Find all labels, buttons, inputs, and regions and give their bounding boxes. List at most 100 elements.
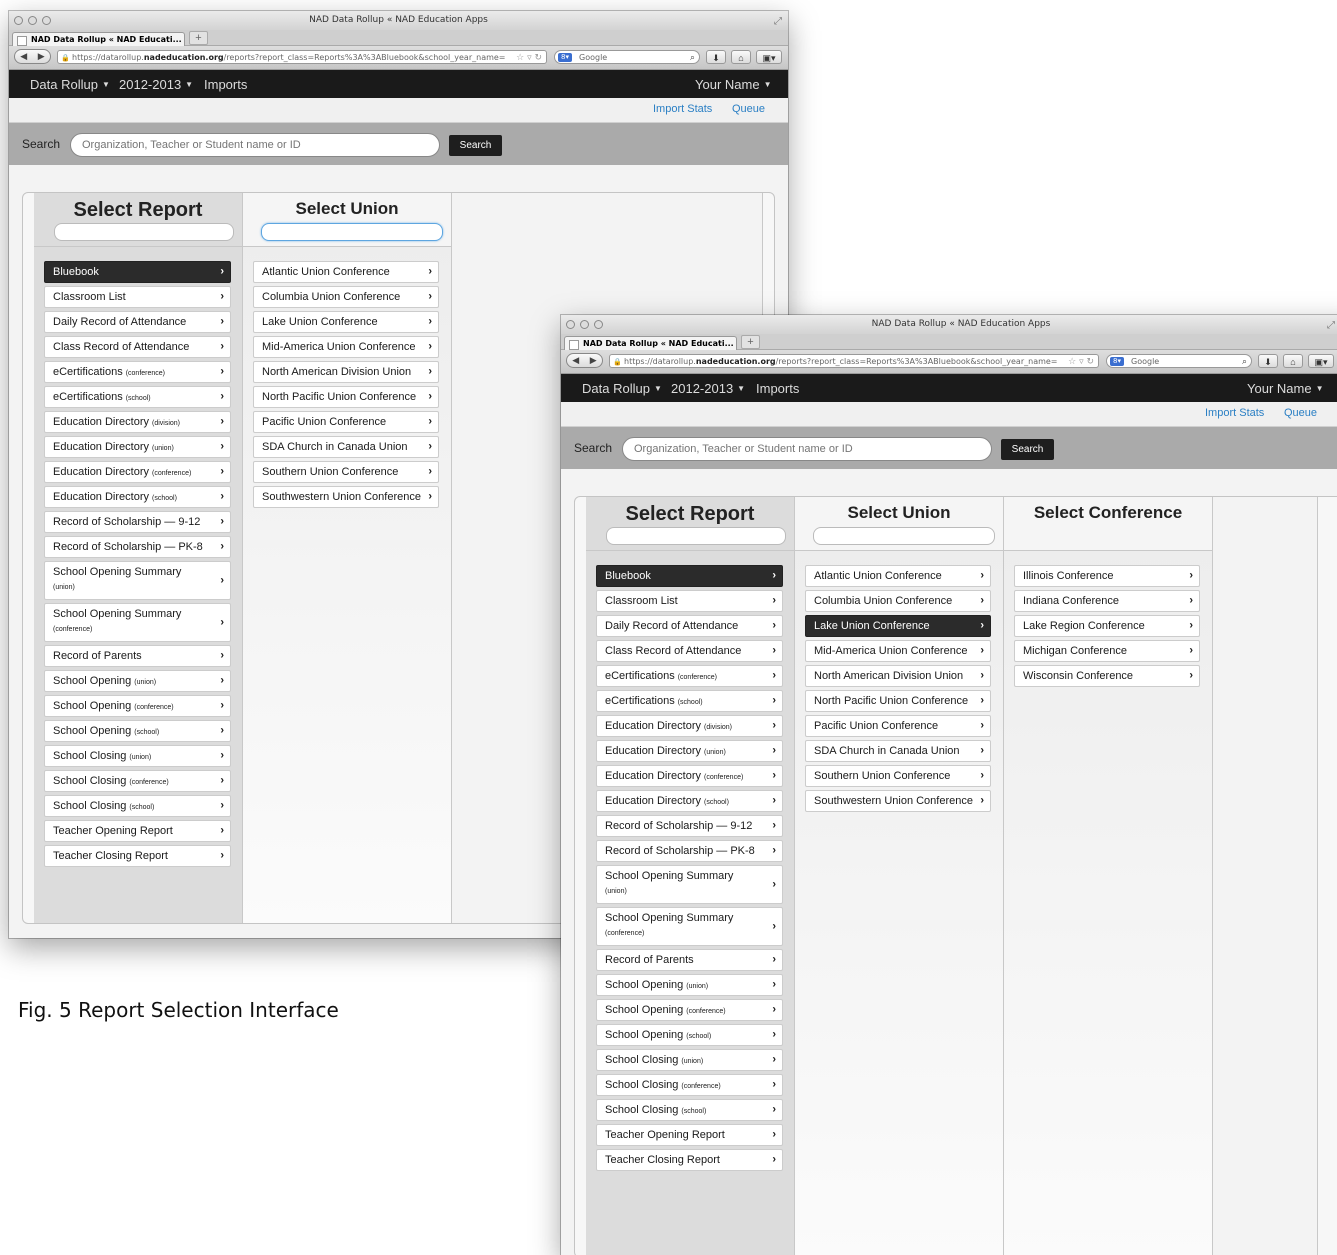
search-button[interactable]: Search [449, 135, 502, 156]
download-button[interactable]: ⬇ [1258, 354, 1278, 368]
fullscreen-icon[interactable]: ⤢ [774, 12, 782, 31]
report-item[interactable]: Education Directory (union) › [596, 740, 783, 762]
nav-user-menu[interactable]: Your Name ▼ [1247, 381, 1323, 396]
report-filter-input[interactable] [54, 223, 234, 241]
report-item[interactable]: Teacher Closing Report › [44, 845, 231, 867]
report-item[interactable]: Record of Parents › [596, 949, 783, 971]
conference-item[interactable]: Lake Region Conference › [1014, 615, 1200, 637]
new-tab-button[interactable]: + [189, 31, 208, 45]
report-item[interactable]: Education Directory (school) › [596, 790, 783, 812]
report-item[interactable]: Education Directory (union) › [44, 436, 231, 458]
home-button[interactable]: ⌂ [731, 50, 751, 64]
close-icon[interactable] [14, 16, 23, 25]
union-item[interactable]: Mid-America Union Conference › [805, 640, 991, 662]
conference-item[interactable]: Wisconsin Conference › [1014, 665, 1200, 687]
report-item[interactable]: School Opening (conference) › [596, 999, 783, 1021]
report-item[interactable]: Classroom List › [596, 590, 783, 612]
report-item[interactable]: Classroom List › [44, 286, 231, 308]
report-item[interactable]: School Opening Summary (conference) › [44, 603, 231, 642]
nav-school-year[interactable]: 2012-2013 ▼ [119, 77, 193, 92]
download-button[interactable]: ⬇ [706, 50, 726, 64]
new-tab-button[interactable]: + [741, 335, 760, 349]
report-item[interactable]: School Closing (union) › [44, 745, 231, 767]
report-item[interactable]: Education Directory (conference) › [596, 765, 783, 787]
extensions-button[interactable]: ▣▾ [756, 50, 782, 64]
back-arrow-icon[interactable]: ◀ [572, 355, 579, 366]
queue-link[interactable]: Queue [1284, 407, 1317, 419]
traffic-lights[interactable] [566, 320, 603, 329]
bookmark-star-icon[interactable]: ☆ ▿ ↻ [516, 51, 542, 63]
url-bar[interactable]: 🔒 https://datarollup.nadeducation.org/rep… [609, 354, 1099, 368]
union-item[interactable]: Atlantic Union Conference › [253, 261, 439, 283]
union-item[interactable]: Southern Union Conference › [805, 765, 991, 787]
union-item[interactable]: Columbia Union Conference › [805, 590, 991, 612]
report-item[interactable]: Class Record of Attendance › [596, 640, 783, 662]
report-item[interactable]: School Opening (school) › [596, 1024, 783, 1046]
report-item[interactable]: Education Directory (division) › [596, 715, 783, 737]
union-item[interactable]: North American Division Union › [253, 361, 439, 383]
home-button[interactable]: ⌂ [1283, 354, 1303, 368]
back-arrow-icon[interactable]: ◀ [20, 51, 27, 62]
report-item[interactable]: Teacher Opening Report › [44, 820, 231, 842]
union-item[interactable]: SDA Church in Canada Union › [805, 740, 991, 762]
nav-data-rollup[interactable]: Data Rollup ▼ [30, 77, 110, 92]
nav-imports[interactable]: Imports [204, 77, 247, 92]
minimize-icon[interactable] [580, 320, 589, 329]
report-item[interactable]: School Opening Summary (conference) › [596, 907, 783, 946]
close-icon[interactable] [566, 320, 575, 329]
union-item[interactable]: Southwestern Union Conference › [253, 486, 439, 508]
union-item[interactable]: Mid-America Union Conference › [253, 336, 439, 358]
report-item[interactable]: School Closing (conference) › [596, 1074, 783, 1096]
report-item[interactable]: School Closing (union) › [596, 1049, 783, 1071]
zoom-icon[interactable] [42, 16, 51, 25]
nav-school-year[interactable]: 2012-2013 ▼ [671, 381, 745, 396]
conference-item[interactable]: Illinois Conference › [1014, 565, 1200, 587]
search-input[interactable] [70, 133, 440, 157]
import-stats-link[interactable]: Import Stats [653, 103, 712, 115]
report-item[interactable]: Daily Record of Attendance › [44, 311, 231, 333]
queue-link[interactable]: Queue [732, 103, 765, 115]
report-item[interactable]: School Opening (union) › [44, 670, 231, 692]
nav-imports[interactable]: Imports [756, 381, 799, 396]
import-stats-link[interactable]: Import Stats [1205, 407, 1264, 419]
search-input[interactable] [622, 437, 992, 461]
report-item[interactable]: Record of Scholarship — 9-12 › [44, 511, 231, 533]
union-item[interactable]: SDA Church in Canada Union › [253, 436, 439, 458]
zoom-icon[interactable] [594, 320, 603, 329]
extensions-button[interactable]: ▣▾ [1308, 354, 1334, 368]
union-item[interactable]: Southwestern Union Conference › [805, 790, 991, 812]
nav-data-rollup[interactable]: Data Rollup ▼ [582, 381, 662, 396]
report-item[interactable]: eCertifications (conference) › [44, 361, 231, 383]
report-item[interactable]: School Opening Summary (union) › [44, 561, 231, 600]
report-item[interactable]: Bluebook › [44, 261, 231, 283]
search-button[interactable]: Search [1001, 439, 1054, 460]
minimize-icon[interactable] [28, 16, 37, 25]
report-item[interactable]: Education Directory (school) › [44, 486, 231, 508]
traffic-lights[interactable] [14, 16, 51, 25]
nav-user-menu[interactable]: Your Name ▼ [695, 77, 771, 92]
report-item[interactable]: eCertifications (school) › [596, 690, 783, 712]
report-item[interactable]: School Opening (school) › [44, 720, 231, 742]
union-item[interactable]: Lake Union Conference › [805, 615, 991, 637]
union-item[interactable]: North American Division Union › [805, 665, 991, 687]
report-filter-input[interactable] [606, 527, 786, 545]
browser-tab[interactable]: NAD Data Rollup « NAD Educati... [564, 336, 737, 350]
report-item[interactable]: Education Directory (conference) › [44, 461, 231, 483]
report-item[interactable]: School Closing (school) › [44, 795, 231, 817]
union-item[interactable]: North Pacific Union Conference › [805, 690, 991, 712]
report-item[interactable]: Record of Scholarship — PK-8 › [596, 840, 783, 862]
report-item[interactable]: eCertifications (conference) › [596, 665, 783, 687]
conference-item[interactable]: Indiana Conference › [1014, 590, 1200, 612]
fullscreen-icon[interactable]: ⤢ [1327, 316, 1335, 335]
report-item[interactable]: Education Directory (division) › [44, 411, 231, 433]
union-item[interactable]: Columbia Union Conference › [253, 286, 439, 308]
report-item[interactable]: School Opening (conference) › [44, 695, 231, 717]
report-item[interactable]: Bluebook › [596, 565, 783, 587]
union-item[interactable]: North Pacific Union Conference › [253, 386, 439, 408]
report-item[interactable]: Record of Parents › [44, 645, 231, 667]
report-item[interactable]: School Closing (conference) › [44, 770, 231, 792]
report-item[interactable]: Daily Record of Attendance › [596, 615, 783, 637]
union-item[interactable]: Lake Union Conference › [253, 311, 439, 333]
union-item[interactable]: Atlantic Union Conference › [805, 565, 991, 587]
union-item[interactable]: Pacific Union Conference › [253, 411, 439, 433]
